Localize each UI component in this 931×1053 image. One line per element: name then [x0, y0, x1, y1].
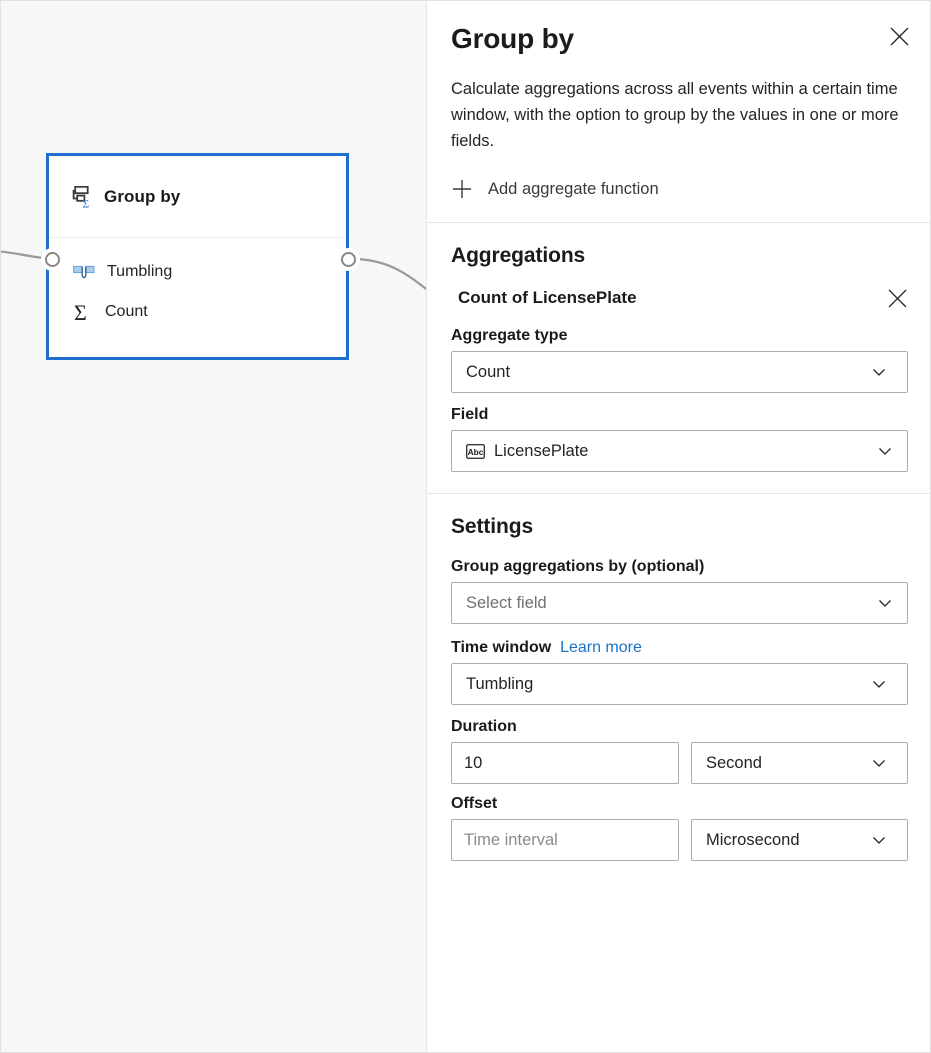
- close-icon: [890, 27, 909, 46]
- group-by-settings-panel: Group by Calculate aggregations across a…: [426, 1, 931, 1053]
- plus-icon: [451, 178, 473, 200]
- group-aggregations-by-select[interactable]: Select field: [451, 582, 908, 624]
- node-row-count: Σ Count: [49, 292, 346, 332]
- offset-value: Time interval: [464, 831, 558, 850]
- duration-value: 10: [464, 754, 482, 773]
- field-select[interactable]: Abc LicensePlate: [451, 430, 908, 472]
- aggregation-card-header: Count of LicensePlate: [451, 283, 908, 313]
- chevron-down-icon: [871, 755, 887, 771]
- offset-unit-select[interactable]: Microsecond: [691, 819, 908, 861]
- node-row-label: Count: [105, 303, 148, 321]
- node-input-port[interactable]: [45, 252, 60, 267]
- group-aggregations-by-value: Select field: [466, 594, 877, 613]
- duration-row: 10 Second: [451, 742, 908, 784]
- time-window-select[interactable]: Tumbling: [451, 663, 908, 705]
- svg-text:Σ: Σ: [83, 198, 90, 208]
- svg-text:Abc: Abc: [468, 447, 484, 457]
- learn-more-link[interactable]: Learn more: [560, 639, 642, 656]
- remove-aggregation-button[interactable]: [882, 283, 912, 313]
- page-title: Group by: [451, 21, 908, 57]
- node-title: Group by: [104, 187, 180, 207]
- svg-text:Σ: Σ: [74, 301, 87, 323]
- node-row-label: Tumbling: [107, 263, 172, 281]
- aggregate-type-value: Count: [466, 363, 871, 382]
- chevron-down-icon: [877, 443, 893, 459]
- offset-row: Time interval Microsecond: [451, 819, 908, 861]
- duration-input[interactable]: 10: [451, 742, 679, 784]
- node-output-port[interactable]: [341, 252, 356, 267]
- header-divider: [427, 222, 931, 223]
- aggregation-card: Count of LicensePlate Aggregate type Cou…: [451, 283, 908, 472]
- time-window-label: Time window Learn more: [451, 639, 908, 657]
- chevron-down-icon: [871, 676, 887, 692]
- aggregation-card-title: Count of LicensePlate: [458, 288, 637, 308]
- node-row-tumbling: Tumbling: [49, 252, 346, 292]
- abc-string-type-icon: Abc: [466, 444, 485, 459]
- field-value: LicensePlate: [494, 442, 877, 461]
- panel-description: Calculate aggregations across all events…: [451, 76, 908, 154]
- duration-unit-value: Second: [706, 754, 871, 773]
- chevron-down-icon: [871, 364, 887, 380]
- close-icon: [888, 289, 907, 308]
- group-by-editor-screen: Σ Group by Tumbling: [0, 0, 931, 1053]
- panel-header: Group by: [427, 1, 931, 57]
- offset-label: Offset: [451, 795, 908, 813]
- offset-unit-value: Microsecond: [706, 831, 871, 850]
- tumbling-window-icon: [73, 265, 95, 279]
- settings-section-title: Settings: [451, 515, 908, 539]
- group-by-icon: Σ: [72, 186, 93, 208]
- aggregate-type-label: Aggregate type: [451, 327, 908, 345]
- add-aggregate-function-button[interactable]: Add aggregate function: [451, 173, 908, 205]
- field-label: Field: [451, 406, 908, 424]
- chevron-down-icon: [877, 595, 893, 611]
- node-body: Tumbling Σ Count: [49, 238, 346, 332]
- close-panel-button[interactable]: [879, 16, 919, 56]
- sigma-icon: Σ: [73, 301, 93, 323]
- add-aggregate-function-label: Add aggregate function: [488, 180, 659, 199]
- group-aggregations-by-label: Group aggregations by (optional): [451, 558, 908, 576]
- time-window-value: Tumbling: [466, 675, 871, 694]
- pipeline-canvas[interactable]: Σ Group by Tumbling: [1, 1, 426, 1053]
- settings-divider: [427, 493, 931, 494]
- aggregations-section-title: Aggregations: [451, 244, 908, 268]
- node-header: Σ Group by: [49, 156, 346, 238]
- group-by-node-card[interactable]: Σ Group by Tumbling: [46, 153, 349, 360]
- offset-input[interactable]: Time interval: [451, 819, 679, 861]
- chevron-down-icon: [871, 832, 887, 848]
- settings-block: Group aggregations by (optional) Select …: [451, 558, 908, 861]
- duration-label: Duration: [451, 718, 908, 736]
- aggregate-type-select[interactable]: Count: [451, 351, 908, 393]
- duration-unit-select[interactable]: Second: [691, 742, 908, 784]
- time-window-label-text: Time window: [451, 639, 551, 656]
